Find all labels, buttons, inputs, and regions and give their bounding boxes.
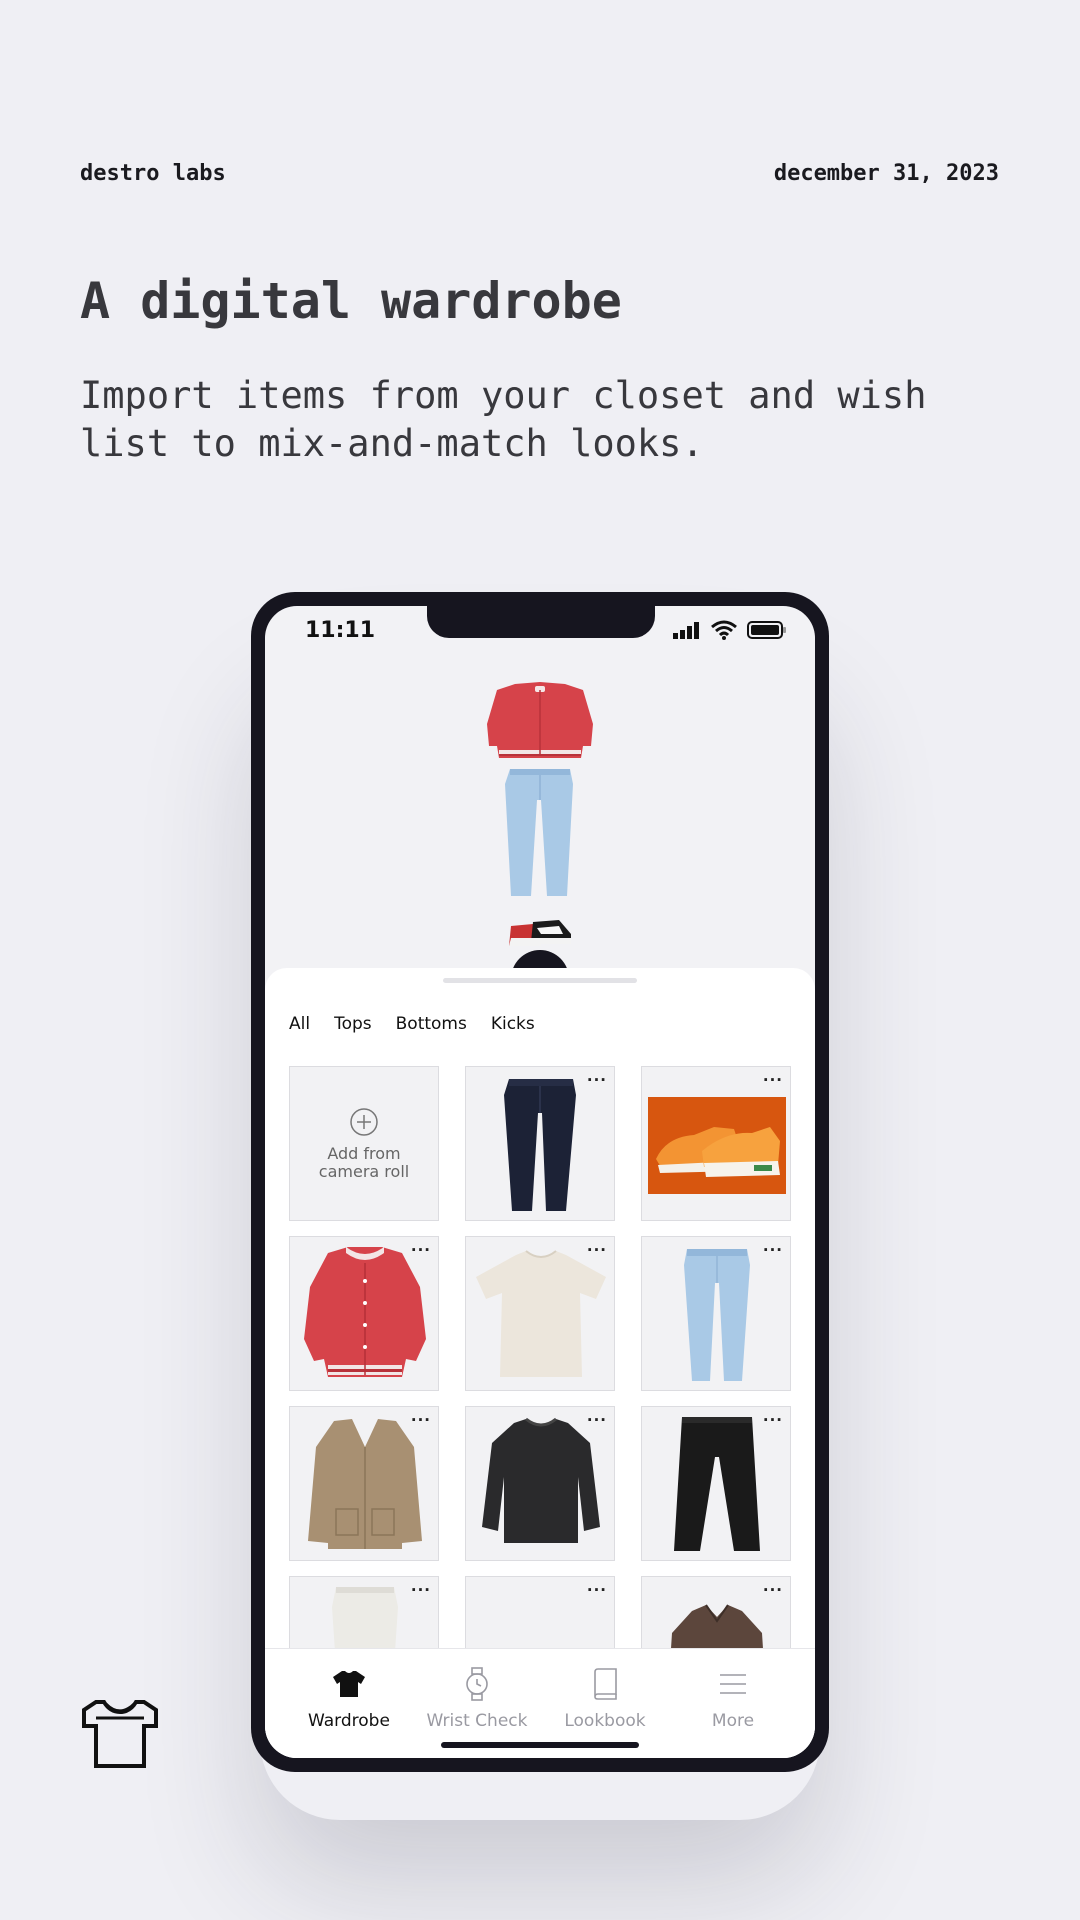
filter-tops[interactable]: Tops	[334, 1014, 372, 1034]
more-options-button[interactable]: ···	[763, 1411, 783, 1429]
page-title: A digital wardrobe	[80, 272, 622, 330]
cellular-signal-icon	[673, 622, 699, 639]
filter-bottoms[interactable]: Bottoms	[396, 1014, 467, 1034]
more-options-button[interactable]: ···	[411, 1411, 431, 1429]
app-screen: 11:11 All Tops Bottoms Kicks Add from ca…	[265, 606, 815, 1758]
more-options-button[interactable]: ···	[587, 1411, 607, 1429]
item-black-trousers[interactable]: ···	[641, 1406, 791, 1561]
add-label-line2: camera roll	[318, 1161, 410, 1181]
more-options-button[interactable]: ···	[411, 1241, 431, 1259]
black-sweater-image	[482, 1417, 600, 1543]
wardrobe-sheet: All Tops Bottoms Kicks Add from camera r…	[265, 968, 815, 1758]
outfit-sneakers-image	[509, 920, 571, 946]
item-dark-jeans[interactable]: ···	[465, 1066, 615, 1221]
item-black-sweater[interactable]: ···	[465, 1406, 615, 1561]
tan-cardigan-image	[308, 1419, 422, 1549]
sheet-grabber[interactable]	[443, 978, 637, 983]
light-jeans-image	[684, 1249, 750, 1381]
tab-wrist-check[interactable]: Wrist Check	[413, 1667, 541, 1731]
outfit-jacket-image	[487, 682, 593, 758]
menu-icon	[720, 1674, 746, 1694]
cream-tshirt-image	[476, 1250, 606, 1377]
watch-icon	[466, 1667, 488, 1701]
add-from-camera-roll-button[interactable]: Add from camera roll	[289, 1066, 439, 1221]
publish-date: december 31, 2023	[773, 161, 999, 186]
orange-sneakers-image	[648, 1097, 786, 1194]
status-time: 11:11	[305, 618, 376, 643]
red-jacket-image	[304, 1247, 426, 1377]
home-indicator[interactable]	[441, 1742, 639, 1748]
book-icon	[594, 1668, 617, 1700]
item-light-jeans[interactable]: ···	[641, 1236, 791, 1391]
brand-name: destro labs	[80, 161, 226, 186]
more-options-button[interactable]: ···	[763, 1071, 783, 1089]
tab-label: Lookbook	[564, 1711, 646, 1731]
tab-label: More	[711, 1711, 755, 1731]
tshirt-logo-icon	[82, 1700, 158, 1768]
status-icons	[673, 620, 787, 640]
dark-jeans-image	[504, 1079, 576, 1211]
more-options-button[interactable]: ···	[587, 1581, 607, 1599]
page-subtitle: Import items from your closet and wish l…	[80, 374, 927, 465]
add-label-line1: Add from	[327, 1143, 401, 1163]
battery-icon	[747, 621, 786, 639]
phone-mockup: 11:11 All Tops Bottoms Kicks Add from ca…	[251, 592, 829, 1772]
more-options-button[interactable]: ···	[763, 1241, 783, 1259]
category-filters: All Tops Bottoms Kicks	[289, 1014, 535, 1034]
item-cream-tshirt[interactable]: ···	[465, 1236, 615, 1391]
item-orange-sneakers[interactable]: ···	[641, 1066, 791, 1221]
filter-all[interactable]: All	[289, 1014, 310, 1034]
more-options-button[interactable]: ···	[587, 1241, 607, 1259]
plus-circle-icon	[350, 1107, 378, 1136]
item-red-varsity-jacket[interactable]: ···	[289, 1236, 439, 1391]
filter-kicks[interactable]: Kicks	[491, 1014, 535, 1034]
more-options-button[interactable]: ···	[763, 1581, 783, 1599]
more-options-button[interactable]: ···	[411, 1581, 431, 1599]
notch	[427, 606, 655, 638]
tab-more[interactable]: More	[669, 1667, 797, 1731]
tshirt-icon	[333, 1671, 365, 1697]
outfit-jeans-image	[505, 769, 573, 896]
tab-label: Wardrobe	[308, 1711, 390, 1731]
more-options-button[interactable]: ···	[587, 1071, 607, 1089]
tab-wardrobe[interactable]: Wardrobe	[285, 1667, 413, 1731]
tab-lookbook[interactable]: Lookbook	[541, 1667, 669, 1731]
outfit-preview[interactable]	[265, 676, 815, 966]
black-trousers-image	[674, 1417, 760, 1551]
item-tan-cardigan[interactable]: ···	[289, 1406, 439, 1561]
tab-label: Wrist Check	[426, 1711, 528, 1731]
wifi-icon	[711, 620, 737, 640]
